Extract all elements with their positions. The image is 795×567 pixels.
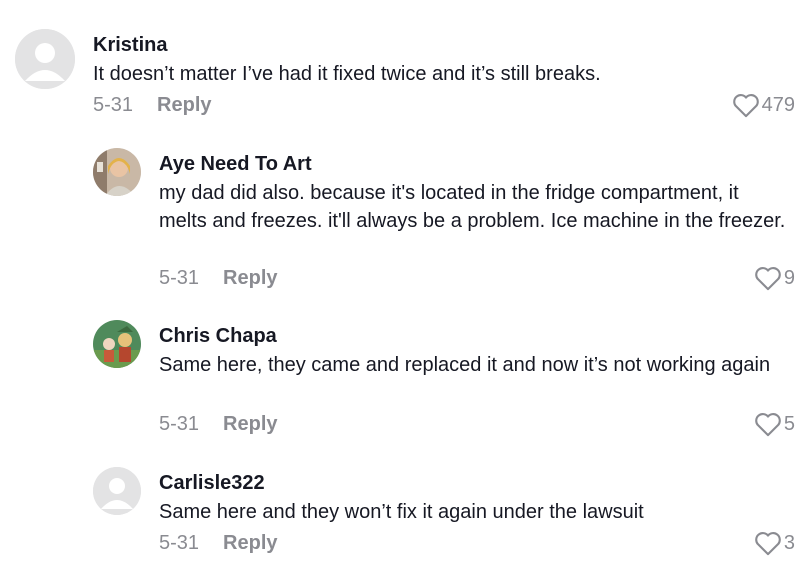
comment-meta: 5-31 Reply: [159, 413, 278, 436]
comment-meta: 5-31 Reply: [159, 532, 278, 555]
default-avatar-icon: [93, 467, 141, 515]
reply-button[interactable]: Reply: [157, 94, 211, 117]
avatar[interactable]: [93, 320, 141, 368]
comment-text: my dad did also. because it's located in…: [159, 182, 786, 232]
comment-meta: 5-31 Reply: [93, 94, 212, 117]
like-button[interactable]: 5: [754, 411, 795, 437]
comment-text: Same here and they won’t fix it again un…: [159, 501, 644, 523]
like-button[interactable]: 3: [754, 530, 795, 556]
reply-button[interactable]: Reply: [223, 413, 277, 436]
like-count: 479: [761, 93, 795, 116]
reply-button[interactable]: Reply: [223, 532, 277, 555]
comment-meta: 5-31 Reply: [159, 267, 278, 290]
comment-text: Same here, they came and replaced it and…: [159, 354, 771, 376]
avatar[interactable]: [93, 467, 141, 515]
comment-username[interactable]: Chris Chapa: [159, 325, 277, 348]
like-button[interactable]: 9: [754, 265, 795, 291]
heart-icon: [755, 532, 781, 556]
comment-item: Carlisle322 Same here and they won’t fix…: [0, 458, 795, 567]
comment-username[interactable]: Kristina: [93, 34, 167, 57]
comment-username[interactable]: Aye Need To Art: [159, 153, 312, 176]
default-avatar-icon: [15, 29, 75, 89]
like-count: 9: [783, 266, 795, 289]
avatar[interactable]: [93, 148, 141, 196]
like-count: 5: [783, 412, 795, 435]
heart-icon: [755, 267, 781, 291]
comment-date: 5-31: [159, 413, 200, 435]
profile-photo-icon: [93, 148, 141, 196]
heart-icon: [755, 413, 781, 437]
comment-item: Kristina It doesn’t matter I’ve had it f…: [0, 0, 795, 130]
like-button[interactable]: 479: [732, 92, 795, 118]
comment-date: 5-31: [93, 94, 134, 116]
profile-photo-icon: [93, 320, 141, 368]
comment-item: Chris Chapa Same here, they came and rep…: [0, 312, 795, 452]
comment-item: Aye Need To Art my dad did also. because…: [0, 140, 795, 300]
avatar[interactable]: [15, 29, 75, 89]
comment-date: 5-31: [159, 532, 200, 554]
reply-button[interactable]: Reply: [223, 267, 277, 290]
comment-text: It doesn’t matter I’ve had it fixed twic…: [93, 63, 601, 85]
like-count: 3: [783, 531, 795, 554]
comment-username[interactable]: Carlisle322: [159, 472, 265, 495]
heart-icon: [732, 94, 759, 118]
comment-date: 5-31: [159, 267, 200, 289]
